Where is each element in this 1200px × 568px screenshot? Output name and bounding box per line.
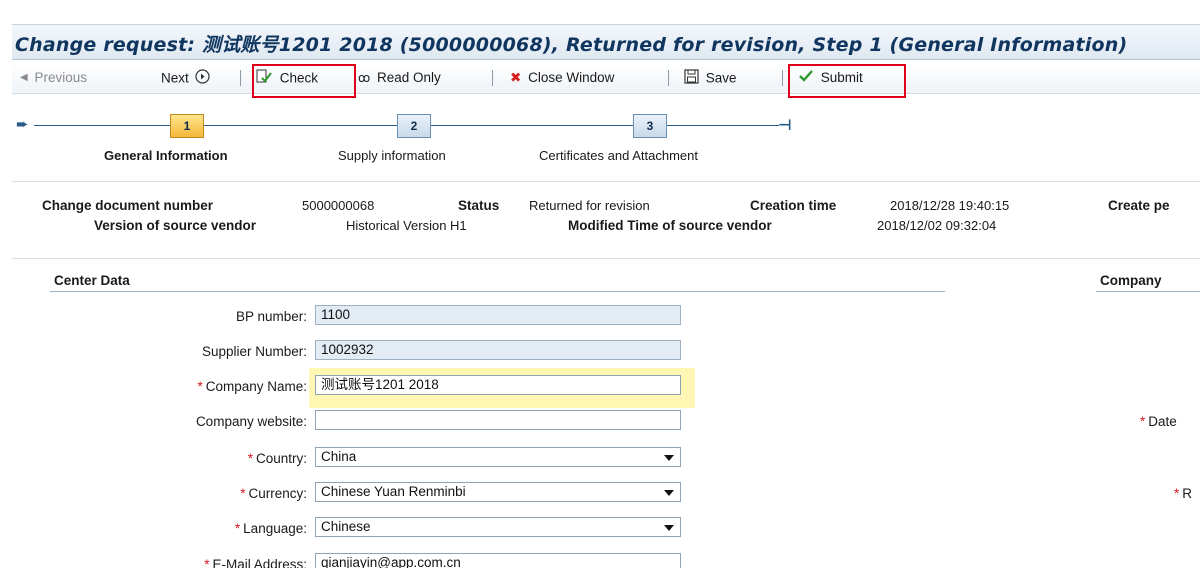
creation-time-value: 2018/12/28 19:40:15	[890, 198, 1010, 213]
bp-number-field[interactable]: 1100	[315, 305, 681, 325]
save-button[interactable]: Save	[684, 69, 737, 87]
divider	[12, 181, 1200, 182]
language-select[interactable]: Chinese	[315, 517, 681, 537]
check-document-icon	[256, 69, 273, 89]
page: Change request: 测试账号1201 2018 (500000006…	[12, 0, 1200, 568]
roadmap-step-1-label[interactable]: General Information	[104, 148, 228, 163]
next-button[interactable]: Next	[161, 69, 213, 87]
supplier-number-row: Supplier Number: 1002932	[12, 340, 712, 362]
company-section-underline	[1096, 291, 1200, 292]
language-label: * Language:	[234, 521, 307, 536]
company-website-row: Company website:	[12, 410, 712, 432]
change-document-number-value: 5000000068	[302, 198, 375, 213]
toolbar: ◀ Previous Next Check ꝏ Read Only ✖ Clos…	[12, 63, 1200, 94]
bp-number-label: BP number:	[235, 309, 307, 324]
company-name-row: * Company Name: 测试账号1201 2018	[12, 375, 712, 397]
roadmap-step-2[interactable]: 2	[397, 114, 431, 138]
currency-row: * Currency: Chinese Yuan Renminbi	[12, 482, 712, 504]
supplier-number-field[interactable]: 1002932	[315, 340, 681, 360]
r-label: * R	[1174, 486, 1193, 501]
roadmap-step-2-label[interactable]: Supply information	[338, 148, 446, 163]
creation-time-label: Creation time	[750, 198, 837, 213]
glasses-icon: ꝏ	[358, 71, 371, 86]
company-website-input[interactable]	[315, 410, 681, 430]
roadmap-start-icon: ➨	[16, 116, 29, 133]
currency-label: * Currency:	[240, 486, 307, 501]
checkmark-icon	[798, 69, 814, 88]
status-value: Returned for revision	[529, 198, 650, 213]
circle-arrow-right-icon	[194, 69, 210, 89]
center-data-underline	[50, 291, 945, 292]
roadmap-step-3-label[interactable]: Certificates and Attachment	[539, 148, 698, 163]
center-data-title: Center Data	[54, 273, 130, 288]
document-header-info: Change document number 5000000068 Status…	[12, 190, 1200, 246]
required-marker: *	[240, 486, 246, 501]
email-row: * E-Mail Address: qianjiayin@app.com.cn	[12, 553, 712, 568]
close-icon: ✖	[510, 70, 522, 86]
dropdown-arrow-icon	[664, 490, 674, 496]
roadmap: ➨ ⊣ 1 General Information 2 Supply infor…	[12, 98, 1200, 176]
toolbar-separator	[668, 70, 669, 86]
divider	[12, 258, 1200, 259]
language-row: * Language: Chinese	[12, 517, 712, 539]
date-label: * Date	[1140, 414, 1177, 429]
read-only-button[interactable]: ꝏ Read Only	[358, 69, 441, 87]
country-select[interactable]: China	[315, 447, 681, 467]
status-label: Status	[458, 198, 500, 213]
required-marker: *	[234, 521, 241, 536]
roadmap-step-3[interactable]: 3	[633, 114, 667, 138]
supplier-number-label: Supplier Number:	[201, 344, 307, 359]
floppy-disk-icon	[684, 69, 699, 89]
roadmap-step-1[interactable]: 1	[170, 114, 204, 138]
email-input[interactable]: qianjiayin@app.com.cn	[315, 553, 681, 568]
required-marker: *	[1140, 414, 1146, 429]
currency-select[interactable]: Chinese Yuan Renminbi	[315, 482, 681, 502]
required-marker: *	[1174, 486, 1180, 501]
close-window-button[interactable]: ✖ Close Window	[510, 69, 614, 87]
company-name-input[interactable]: 测试账号1201 2018	[315, 375, 681, 395]
chevron-left-icon: ◀	[20, 72, 28, 84]
country-label: * Country:	[247, 451, 307, 466]
submit-button[interactable]: Submit	[798, 69, 863, 87]
required-marker: *	[247, 451, 253, 466]
previous-button[interactable]: ◀ Previous	[20, 69, 87, 87]
email-label: * E-Mail Address:	[204, 557, 307, 568]
country-row: * Country: China	[12, 447, 712, 469]
company-name-label: * Company Name:	[197, 379, 307, 394]
create-person-label: Create pe	[1108, 198, 1170, 213]
required-marker: *	[204, 557, 210, 568]
toolbar-separator	[492, 70, 493, 86]
toolbar-separator	[782, 70, 783, 86]
company-website-label: Company website:	[195, 414, 307, 429]
dropdown-arrow-icon	[664, 525, 674, 531]
window-title: Change request: 测试账号1201 2018 (500000006…	[15, 34, 1128, 56]
company-section-title: Company	[1100, 273, 1162, 288]
check-button[interactable]: Check	[256, 69, 318, 87]
required-marker: *	[197, 379, 203, 394]
change-document-number-label: Change document number	[42, 198, 214, 213]
modified-time-label: Modified Time of source vendor	[568, 218, 772, 233]
dropdown-arrow-icon	[664, 455, 674, 461]
window-title-bar: Change request: 测试账号1201 2018 (500000006…	[12, 24, 1200, 60]
modified-time-value: 2018/12/02 09:32:04	[877, 218, 997, 233]
toolbar-separator	[240, 70, 241, 86]
version-source-vendor-value: Historical Version H1	[346, 218, 467, 233]
bp-number-row: BP number: 1100	[12, 305, 712, 327]
version-source-vendor-label: Version of source vendor	[94, 218, 257, 233]
roadmap-end-icon: ⊣	[778, 117, 792, 134]
